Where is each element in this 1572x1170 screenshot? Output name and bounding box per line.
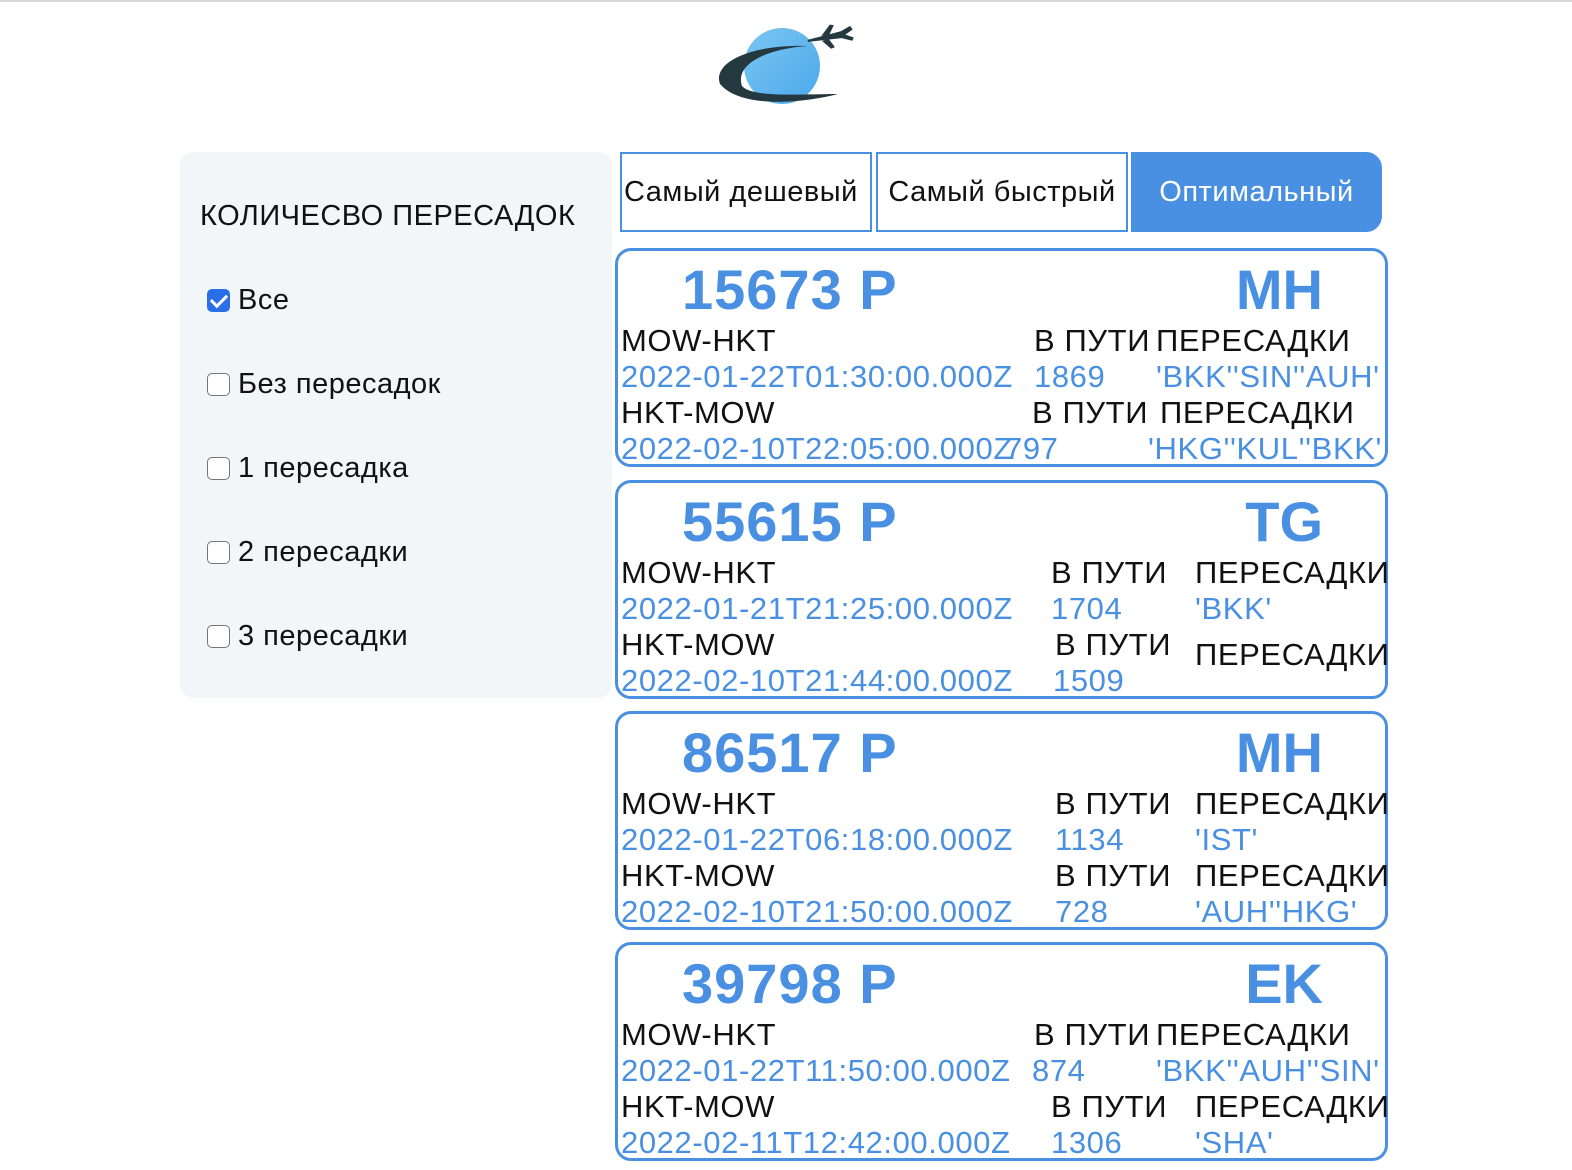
departure-date: 2022-01-21T21:25:00.000Z	[621, 591, 1013, 626]
departure-date: 2022-02-10T21:50:00.000Z	[621, 894, 1013, 929]
carrier-code: MH	[1235, 258, 1323, 321]
stops-filter-panel: КОЛИЧЕСВО ПЕРЕСАДОК Все Без пересадок 1 …	[180, 152, 612, 698]
route: HKT-MOW	[621, 858, 776, 893]
duration-value: 797	[1005, 431, 1059, 466]
duration-label: В ПУТИ	[1032, 395, 1149, 430]
stops-value: 'HKG''KUL''BKK'	[1148, 431, 1383, 466]
filter-option-label: 2 пересадки	[238, 535, 409, 568]
filter-option-3-stops[interactable]: 3 пересадки	[207, 616, 408, 656]
stops-label: ПЕРЕСАДКИ	[1160, 395, 1355, 430]
filter-option-label: Все	[238, 283, 290, 316]
ticket-card[interactable]: 86517 Р MH MOW-HKT В ПУТИ ПЕРЕСАДКИ 2022…	[615, 711, 1390, 930]
plane-globe-logo	[712, 22, 856, 112]
stops-label: ПЕРЕСАДКИ	[1195, 637, 1390, 672]
filter-option-1-stop[interactable]: 1 пересадка	[207, 448, 409, 488]
filter-title: КОЛИЧЕСВО ПЕРЕСАДОК	[200, 200, 576, 232]
duration-label: В ПУТИ	[1034, 1017, 1151, 1052]
filter-option-all[interactable]: Все	[207, 280, 289, 320]
ticket-card[interactable]: 39798 Р EK MOW-HKT В ПУТИ ПЕРЕСАДКИ 2022…	[615, 942, 1390, 1161]
route: HKT-MOW	[621, 627, 776, 662]
route: MOW-HKT	[621, 323, 777, 358]
route: MOW-HKT	[621, 555, 777, 590]
duration-value: 728	[1055, 894, 1109, 929]
duration-value: 1306	[1051, 1125, 1123, 1160]
departure-date: 2022-01-22T11:50:00.000Z	[621, 1053, 1011, 1088]
tab-fastest[interactable]: Самый быстрый	[876, 152, 1128, 232]
route: HKT-MOW	[621, 1089, 776, 1124]
carrier-code: TG	[1245, 490, 1323, 553]
route: HKT-MOW	[621, 395, 776, 430]
stops-value: 'IST'	[1195, 822, 1259, 857]
stops-value: 'BKK''AUH''SIN'	[1156, 1053, 1380, 1088]
stops-value: 'BKK'	[1195, 591, 1272, 626]
stops-label: ПЕРЕСАДКИ	[1195, 1089, 1390, 1124]
stops-label: ПЕРЕСАДКИ	[1156, 323, 1351, 358]
checkbox-nonstop[interactable]	[207, 372, 230, 396]
checkbox-all[interactable]	[207, 288, 230, 312]
ticket-price: 39798 Р	[682, 952, 898, 1015]
duration-label: В ПУТИ	[1034, 323, 1151, 358]
filter-option-label: 3 пересадки	[238, 619, 409, 652]
ticket-price: 15673 Р	[682, 258, 898, 321]
stops-label: ПЕРЕСАДКИ	[1156, 1017, 1351, 1052]
duration-label: В ПУТИ	[1055, 627, 1172, 662]
departure-date: 2022-02-10T21:44:00.000Z	[621, 663, 1013, 698]
stops-label: ПЕРЕСАДКИ	[1195, 786, 1390, 821]
ticket-card[interactable]: 55615 Р TG MOW-HKT В ПУТИ ПЕРЕСАДКИ 2022…	[615, 480, 1390, 699]
duration-label: В ПУТИ	[1055, 786, 1172, 821]
stops-value: 'SHA'	[1195, 1125, 1274, 1160]
ticket-card[interactable]: 15673 Р MH MOW-HKT В ПУТИ ПЕРЕСАДКИ 2022…	[615, 248, 1388, 467]
duration-label: В ПУТИ	[1051, 555, 1168, 590]
departure-date: 2022-02-11T12:42:00.000Z	[621, 1125, 1011, 1160]
ticket-price: 55615 Р	[682, 490, 898, 553]
top-divider	[0, 0, 1572, 2]
checkbox-3-stops[interactable]	[207, 624, 230, 648]
filter-option-label: 1 пересадка	[238, 451, 409, 484]
tab-cheapest[interactable]: Самый дешевый	[620, 152, 872, 232]
departure-date: 2022-02-10T22:05:00.000Z	[621, 431, 1013, 466]
duration-value: 1509	[1053, 663, 1125, 698]
duration-value: 1704	[1051, 591, 1123, 626]
filter-option-label: Без пересадок	[238, 367, 441, 400]
checkbox-1-stop[interactable]	[207, 456, 230, 480]
filter-option-2-stops[interactable]: 2 пересадки	[207, 532, 408, 572]
duration-label: В ПУТИ	[1055, 858, 1172, 893]
duration-value: 1869	[1034, 359, 1106, 394]
carrier-code: EK	[1245, 952, 1323, 1015]
stops-value: 'BKK''SIN''AUH'	[1156, 359, 1380, 394]
duration-value: 1134	[1055, 822, 1125, 857]
ticket-price: 86517 Р	[682, 721, 898, 784]
filter-option-nonstop[interactable]: Без пересадок	[207, 364, 441, 404]
duration-value: 874	[1032, 1053, 1086, 1088]
carrier-code: MH	[1235, 721, 1323, 784]
stops-value: 'AUH''HKG'	[1195, 894, 1358, 929]
duration-label: В ПУТИ	[1051, 1089, 1168, 1124]
stops-label: ПЕРЕСАДКИ	[1195, 555, 1390, 590]
route: MOW-HKT	[621, 786, 777, 821]
route: MOW-HKT	[621, 1017, 777, 1052]
departure-date: 2022-01-22T01:30:00.000Z	[621, 359, 1013, 394]
departure-date: 2022-01-22T06:18:00.000Z	[621, 822, 1013, 857]
checkbox-2-stops[interactable]	[207, 540, 230, 564]
tab-optimal[interactable]: Оптимальный	[1131, 152, 1382, 232]
stops-label: ПЕРЕСАДКИ	[1195, 858, 1390, 893]
